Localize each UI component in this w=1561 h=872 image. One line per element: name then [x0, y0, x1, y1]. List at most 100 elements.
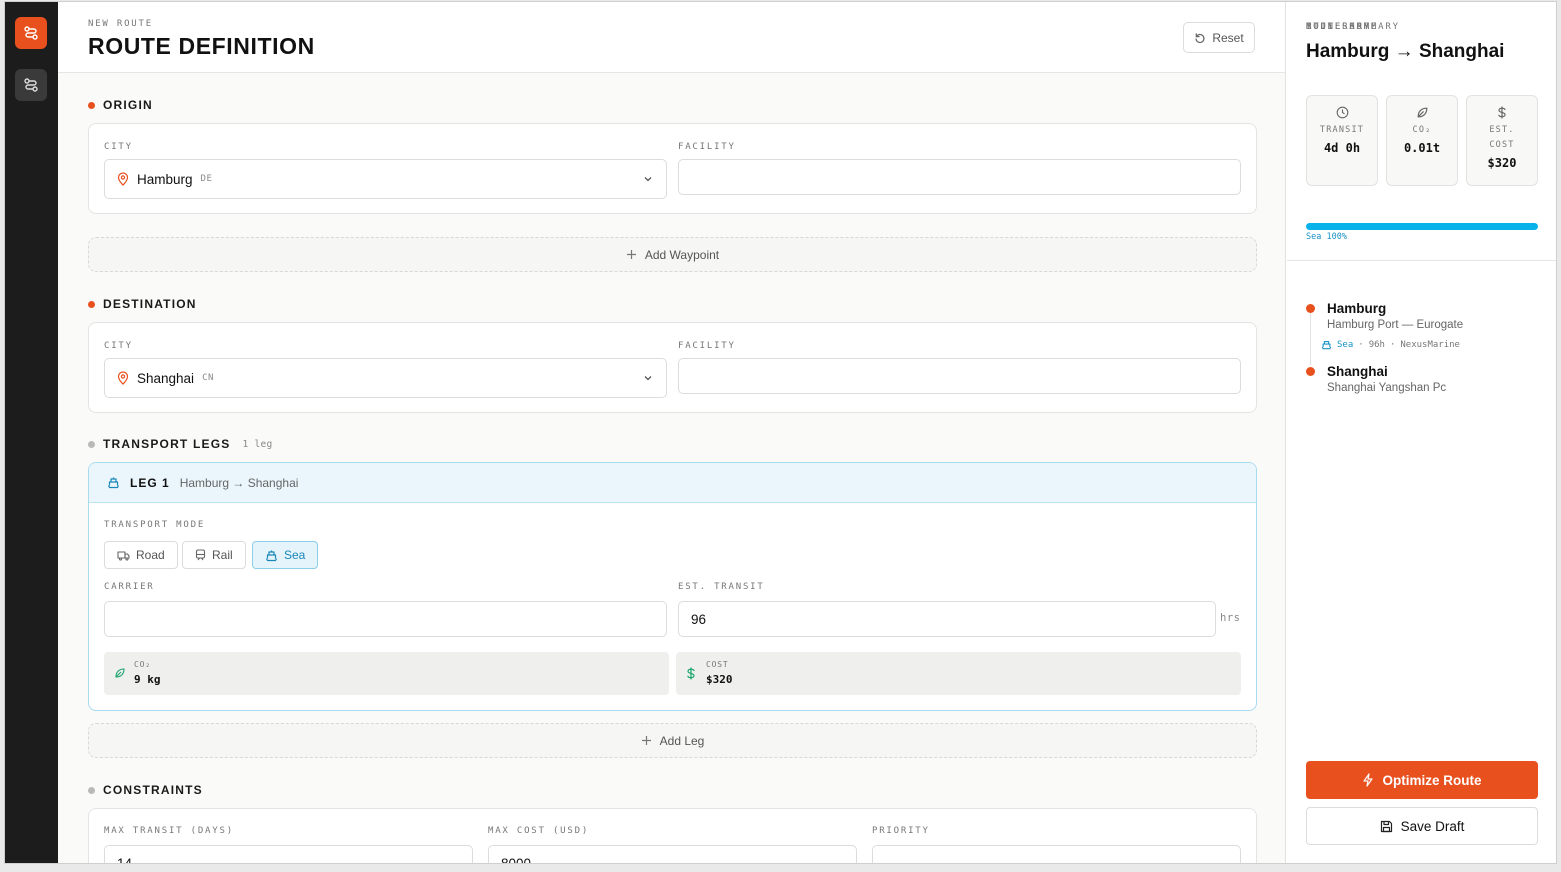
constraints-section-label: CONSTRAINTS	[103, 783, 203, 797]
leg-cost-label: COST	[706, 660, 729, 669]
save-draft-button[interactable]: Save Draft	[1306, 807, 1538, 845]
origin-section-label: ORIGIN	[103, 98, 153, 112]
constraints-card: MAX TRANSIT (DAYS) 14 MAX COST (USD) 800…	[88, 808, 1257, 863]
summary-co2-value: 0.01t	[1403, 141, 1441, 155]
mode-rail-label: Rail	[212, 548, 233, 562]
reset-icon	[1195, 32, 1205, 43]
map-pin-icon	[117, 172, 129, 186]
leg-co2-label: CO₂	[134, 660, 151, 669]
plus-icon	[641, 736, 651, 745]
mode-share-legend: Sea 100%	[1306, 232, 1347, 242]
leg-title: LEG 1	[130, 475, 170, 490]
destination-dot	[88, 300, 95, 308]
priority-select[interactable]	[872, 845, 1241, 863]
max-cost-input[interactable]: 8000	[488, 845, 857, 863]
reset-button[interactable]: Reset	[1183, 22, 1255, 53]
summary-cost-card: EST. COST $320	[1466, 95, 1538, 186]
origin-section-heading: ORIGIN	[88, 98, 153, 112]
page-eyebrow: NEW ROUTE	[88, 19, 153, 29]
legs-count: 1 leg	[242, 438, 273, 450]
summary-transit-card: TRANSIT 4d 0h	[1306, 95, 1378, 186]
mode-rail-button[interactable]: Rail	[182, 541, 246, 569]
leg-cost-stat: COST $320	[676, 652, 1241, 695]
est-transit-input[interactable]: 96	[678, 601, 1216, 637]
leg-card: LEG 1 Hamburg → Shanghai TRANSPORT MODE …	[88, 462, 1257, 711]
itinerary-label: ITINERARY	[1306, 22, 1371, 32]
route-summary-panel: ROUTE SUMMARY Hamburg → Shanghai TRANSIT…	[1287, 2, 1556, 863]
destination-facility-label: FACILITY	[678, 341, 736, 351]
add-waypoint-button[interactable]: Add Waypoint	[88, 237, 1257, 272]
reset-label: Reset	[1212, 30, 1244, 45]
summary-transit-label: TRANSIT	[1319, 125, 1365, 135]
mode-share-bar	[1306, 217, 1538, 230]
mode-sea-label: Sea	[284, 548, 306, 562]
leaf-icon	[115, 668, 125, 678]
origin-facility-input[interactable]	[678, 159, 1241, 195]
transport-mode-label: TRANSPORT MODE	[104, 520, 206, 530]
add-waypoint-label: Add Waypoint	[644, 247, 720, 262]
mode-sea-button[interactable]: Sea	[252, 541, 319, 569]
routes-nav-button[interactable]	[15, 17, 47, 49]
itinerary-stop-facility: Hamburg Port — Eurogate	[1327, 319, 1464, 331]
route-icon	[24, 78, 38, 92]
mode-road-button[interactable]: Road	[104, 541, 178, 569]
summary-cost-label: EST. COST	[1489, 125, 1515, 150]
est-transit-label: EST. TRANSIT	[678, 582, 765, 592]
transit-unit: hrs	[1220, 612, 1241, 624]
map-pin-icon	[117, 371, 129, 385]
leg-cost-value: $320	[706, 673, 733, 686]
carrier-label: CARRIER	[104, 582, 155, 592]
route-icon	[24, 26, 38, 40]
destination-country-code: CN	[202, 373, 214, 383]
origin-city-value: Hamburg	[137, 171, 193, 187]
constraints-section-heading: CONSTRAINTS	[88, 783, 203, 797]
summary-title: Hamburg → Shanghai	[1306, 41, 1505, 62]
save-draft-label: Save Draft	[1400, 818, 1465, 834]
lightning-icon	[1363, 773, 1374, 787]
optimize-route-button[interactable]: Optimize Route	[1306, 761, 1538, 799]
dollar-icon	[1498, 106, 1506, 119]
app-window: NEW ROUTE ROUTE DEFINITION Reset ORIGIN …	[4, 1, 1557, 864]
legs-section-heading: TRANSPORT LEGS 1 leg	[88, 437, 273, 451]
route-editor: NEW ROUTE ROUTE DEFINITION Reset ORIGIN …	[58, 2, 1286, 863]
priority-label: PRIORITY	[872, 826, 930, 836]
routes-secondary-nav-button[interactable]	[15, 69, 47, 101]
destination-facility-input[interactable]	[678, 358, 1241, 394]
summary-cost-value: $320	[1487, 156, 1517, 170]
leg-header[interactable]: LEG 1 Hamburg → Shanghai	[89, 463, 1256, 503]
origin-card: CITY Hamburg DE FACILITY	[88, 123, 1257, 214]
origin-city-select[interactable]: Hamburg DE	[104, 159, 667, 199]
page-title: ROUTE DEFINITION	[88, 33, 315, 59]
destination-city-select[interactable]: Shanghai CN	[104, 358, 667, 398]
itinerary-leg-carrier: NexusMarine	[1400, 339, 1460, 350]
destination-section-label: DESTINATION	[103, 297, 197, 311]
chevron-down-icon	[644, 177, 652, 182]
itinerary-stop-city: Hamburg	[1327, 301, 1387, 316]
constraints-dot	[88, 786, 95, 794]
add-leg-label: Add Leg	[659, 733, 705, 748]
ship-icon	[107, 477, 120, 489]
max-transit-label: MAX TRANSIT (DAYS)	[104, 826, 234, 836]
max-cost-label: MAX COST (USD)	[488, 826, 590, 836]
train-icon	[195, 549, 206, 561]
origin-country-code: DE	[200, 174, 213, 184]
save-icon	[1380, 820, 1392, 832]
plus-icon	[626, 250, 636, 259]
separator: ·	[1358, 339, 1364, 350]
dollar-icon	[687, 667, 695, 680]
max-transit-input[interactable]: 14	[104, 845, 473, 863]
page-header: NEW ROUTE ROUTE DEFINITION Reset	[58, 2, 1285, 73]
mode-share-segment	[1306, 223, 1538, 230]
carrier-input[interactable]	[104, 601, 667, 637]
origin-dot	[88, 101, 95, 109]
optimize-route-label: Optimize Route	[1382, 772, 1482, 788]
leg-route: Hamburg → Shanghai	[179, 475, 299, 490]
summary-transit-value: 4d 0h	[1323, 141, 1361, 155]
truck-icon	[117, 550, 130, 561]
add-leg-button[interactable]: Add Leg	[88, 723, 1257, 758]
summary-co2-label: CO₂	[1412, 125, 1432, 135]
destination-city-label: CITY	[104, 341, 133, 351]
origin-facility-label: FACILITY	[678, 142, 736, 152]
itinerary-stop-city: Shanghai	[1327, 364, 1388, 379]
itinerary-leg-mode: Sea	[1337, 339, 1354, 350]
